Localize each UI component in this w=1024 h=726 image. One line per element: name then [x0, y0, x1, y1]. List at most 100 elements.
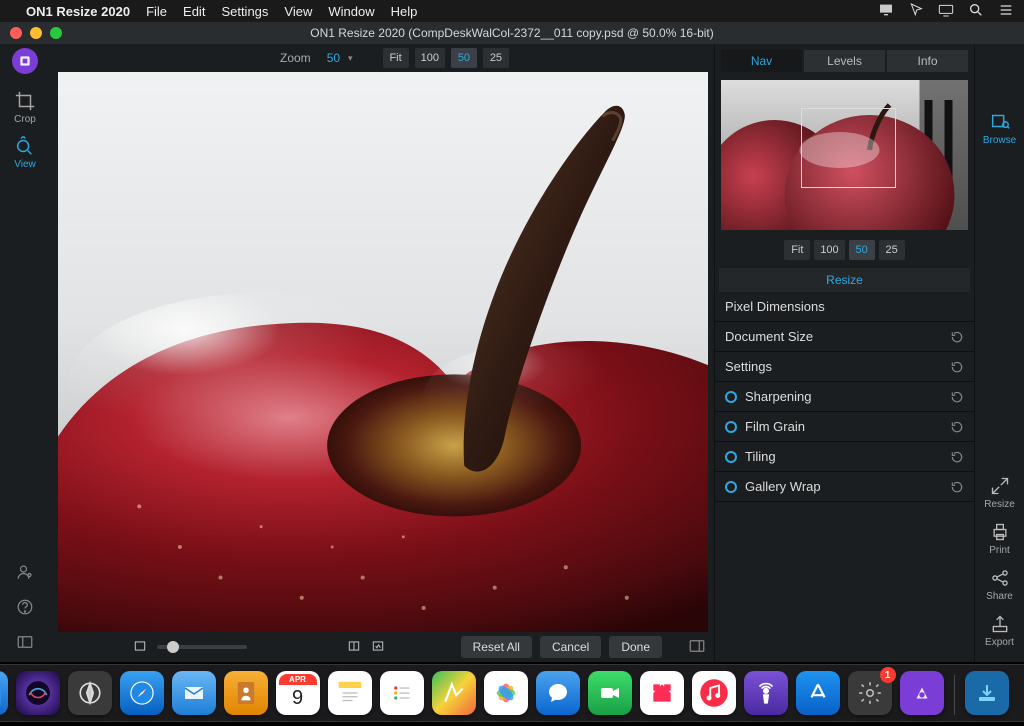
status-monitor-icon[interactable]: [878, 2, 894, 21]
menu-window[interactable]: Window: [328, 4, 374, 19]
dock-mail-icon[interactable]: [172, 671, 216, 715]
row-pixel-dimensions[interactable]: Pixel Dimensions: [715, 292, 974, 322]
dock-appstore-icon[interactable]: [796, 671, 840, 715]
right-panel: Nav Levels Info: [714, 44, 974, 662]
done-button[interactable]: Done: [609, 636, 662, 658]
navigator-preview[interactable]: [721, 80, 968, 230]
reset-icon[interactable]: [950, 450, 964, 464]
compare-slider-thumb[interactable]: [167, 641, 179, 653]
navigator-viewport-rect[interactable]: [801, 108, 896, 188]
dock-music-icon[interactable]: [692, 671, 736, 715]
menu-help[interactable]: Help: [391, 4, 418, 19]
rail-print-label: Print: [978, 545, 1022, 556]
resize-panel-header[interactable]: Resize: [719, 268, 970, 292]
row-gallery-wrap[interactable]: Gallery Wrap: [715, 472, 974, 502]
rail-export-button[interactable]: Export: [978, 608, 1022, 654]
dock-news-icon[interactable]: [640, 671, 684, 715]
rail-print-button[interactable]: Print: [978, 516, 1022, 562]
cancel-button[interactable]: Cancel: [540, 636, 601, 658]
tab-info[interactable]: Info: [887, 50, 968, 72]
status-control-center-icon[interactable]: [998, 2, 1014, 21]
dock: APR 9: [0, 664, 1024, 722]
panel-toggle-right-icon[interactable]: [688, 637, 706, 658]
compare-mode-single-icon[interactable]: [133, 639, 147, 656]
status-cursor-icon[interactable]: [908, 2, 924, 21]
nav-zoom-25[interactable]: 25: [879, 240, 905, 260]
crop-icon: [14, 90, 36, 112]
zoom-100-button[interactable]: 100: [415, 48, 445, 68]
dock-safari-icon[interactable]: [120, 671, 164, 715]
dock-launchpad-icon[interactable]: [68, 671, 112, 715]
dock-downloads-icon[interactable]: [965, 671, 1009, 715]
rail-export-label: Export: [978, 637, 1022, 648]
rail-browse-button[interactable]: Browse: [978, 104, 1022, 152]
status-search-icon[interactable]: [968, 2, 984, 21]
dock-photos-icon[interactable]: [484, 671, 528, 715]
dock-reminders-icon[interactable]: [380, 671, 424, 715]
app-logo-icon[interactable]: [12, 48, 38, 74]
compare-mode-preview-icon[interactable]: [371, 639, 385, 656]
zoom-current-value[interactable]: 50: [327, 51, 340, 65]
toggle-icon[interactable]: [725, 391, 737, 403]
menu-view[interactable]: View: [284, 4, 312, 19]
menu-settings[interactable]: Settings: [221, 4, 268, 19]
help-icon[interactable]: [16, 598, 34, 619]
dock-finder-icon[interactable]: [0, 671, 8, 715]
dock-notes-icon[interactable]: [328, 671, 372, 715]
tab-nav[interactable]: Nav: [721, 50, 802, 72]
dock-facetime-icon[interactable]: [588, 671, 632, 715]
row-tiling[interactable]: Tiling: [715, 442, 974, 472]
row-film-grain[interactable]: Film Grain: [715, 412, 974, 442]
menu-file[interactable]: File: [146, 4, 167, 19]
dock-siri-icon[interactable]: [16, 671, 60, 715]
zoom-fit-button[interactable]: Fit: [383, 48, 409, 68]
crop-tool-button[interactable]: Crop: [5, 86, 45, 129]
zoom-25-button[interactable]: 25: [483, 48, 509, 68]
nav-zoom-50[interactable]: 50: [849, 240, 875, 260]
mac-menubar: ON1 Resize 2020 File Edit Settings View …: [0, 0, 1024, 22]
row-document-size[interactable]: Document Size: [715, 322, 974, 352]
reset-all-button[interactable]: Reset All: [461, 636, 532, 658]
nav-zoom-fit[interactable]: Fit: [784, 240, 810, 260]
compare-mode-split-icon[interactable]: [347, 639, 361, 656]
nav-zoom-100[interactable]: 100: [814, 240, 844, 260]
row-sharpening[interactable]: Sharpening: [715, 382, 974, 412]
print-icon: [990, 522, 1010, 542]
view-tool-button[interactable]: View: [5, 131, 45, 174]
reset-icon[interactable]: [950, 480, 964, 494]
left-toolbar: Crop View: [0, 44, 50, 662]
row-film-grain-label: Film Grain: [745, 419, 805, 434]
reset-icon[interactable]: [950, 420, 964, 434]
panel-toggle-left-icon[interactable]: [16, 633, 34, 654]
menu-edit[interactable]: Edit: [183, 4, 205, 19]
toggle-icon[interactable]: [725, 451, 737, 463]
dock-settings-icon[interactable]: 1: [848, 671, 892, 715]
rail-share-button[interactable]: Share: [978, 562, 1022, 608]
menubar-app-name[interactable]: ON1 Resize 2020: [26, 4, 130, 19]
dock-calendar-icon[interactable]: APR 9: [276, 671, 320, 715]
row-settings[interactable]: Settings: [715, 352, 974, 382]
compare-slider[interactable]: [157, 645, 247, 649]
reset-icon[interactable]: [950, 390, 964, 404]
toggle-icon[interactable]: [725, 481, 737, 493]
toggle-icon[interactable]: [725, 421, 737, 433]
status-screen-mirror-icon[interactable]: [938, 2, 954, 21]
dock-contacts-icon[interactable]: [224, 671, 268, 715]
reset-icon[interactable]: [950, 360, 964, 374]
main-canvas[interactable]: [58, 72, 708, 632]
reset-icon[interactable]: [950, 330, 964, 344]
user-account-icon[interactable]: [16, 563, 34, 584]
dock-messages-app-icon[interactable]: [536, 671, 580, 715]
zoom-label: Zoom: [280, 51, 311, 65]
dock-podcasts-icon[interactable]: [744, 671, 788, 715]
dock-on1-icon[interactable]: [900, 671, 944, 715]
tab-levels[interactable]: Levels: [804, 50, 885, 72]
dock-trash-icon[interactable]: [1017, 671, 1024, 715]
window-titlebar: ON1 Resize 2020 (CompDeskWalCol-2372__01…: [0, 22, 1024, 44]
zoom-50-button[interactable]: 50: [451, 48, 477, 68]
dock-separator: [954, 675, 955, 715]
dock-maps-icon[interactable]: [432, 671, 476, 715]
rail-browse-label: Browse: [978, 135, 1022, 146]
zoom-dropdown-icon[interactable]: ▾: [348, 53, 353, 64]
rail-resize-button[interactable]: Resize: [978, 470, 1022, 516]
